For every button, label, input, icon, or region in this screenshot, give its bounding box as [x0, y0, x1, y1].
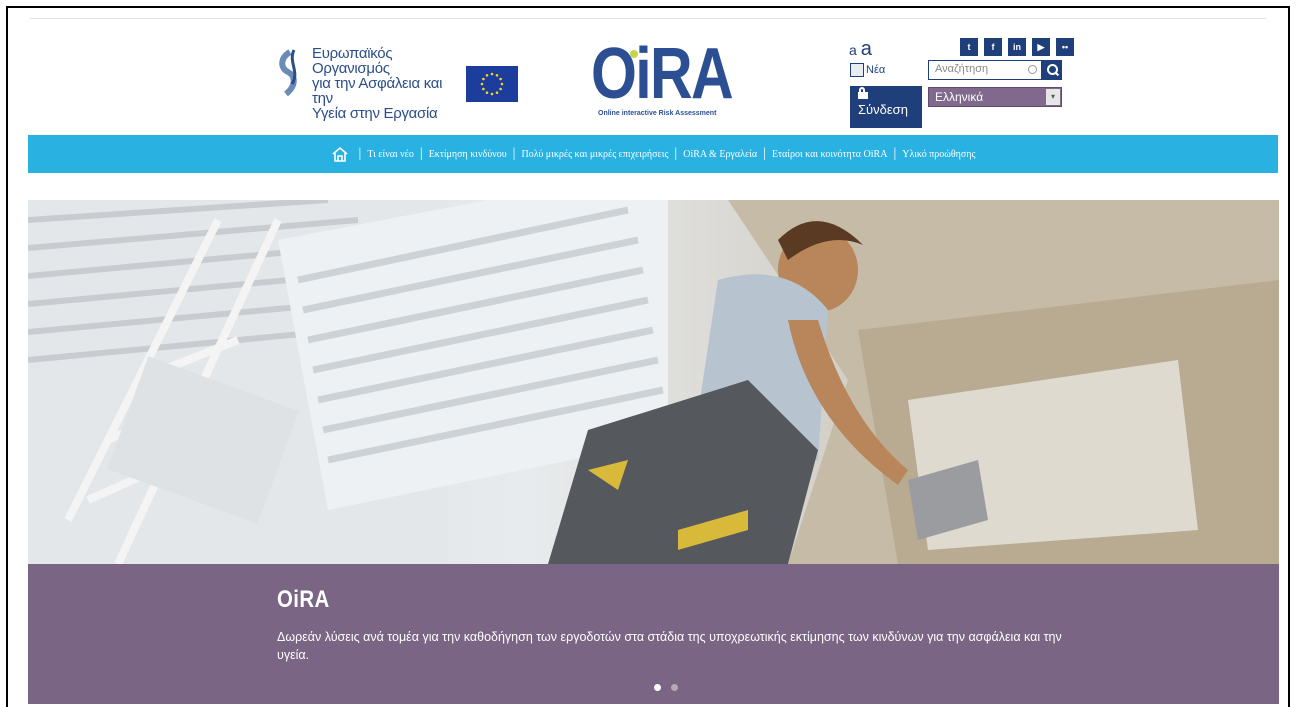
search-button[interactable]: [1042, 60, 1062, 80]
lock-icon: [858, 87, 868, 99]
nav-separator: |: [358, 146, 362, 161]
chevron-down-icon: ▾: [1046, 89, 1060, 105]
youtube-icon[interactable]: ▶: [1032, 38, 1050, 56]
search-placeholder: Αναζήτηση: [935, 63, 989, 75]
nav-item-promotion[interactable]: Υλικό προώθησης: [902, 149, 975, 160]
twitter-icon[interactable]: t: [960, 38, 978, 56]
nav-separator: |: [419, 146, 423, 161]
agency-emblem-icon: [279, 49, 297, 97]
nav-item-small-businesses[interactable]: Πολύ μικρές και μικρές επιχειρήσεις: [521, 149, 668, 160]
hero-caption: OiRA Δωρεάν λύσεις ανά τομέα για την καθ…: [28, 564, 1279, 704]
nav-item-risk-assessment[interactable]: Εκτίμηση κινδύνου: [429, 149, 507, 160]
nav-item-oira-tools[interactable]: OiRA & Εργαλεία: [683, 149, 757, 160]
agency-name-line-1: Ευρωπαϊκός Οργανισμός: [312, 45, 393, 77]
main-nav: | Τι είναι νέο | Εκτίμηση κινδύνου | Πολ…: [28, 135, 1278, 173]
language-selected: Ελληνικά: [935, 90, 984, 104]
linkedin-icon[interactable]: in: [1008, 38, 1026, 56]
news-link[interactable]: Νέα: [850, 63, 885, 77]
language-select[interactable]: Ελληνικά ▾: [928, 87, 1062, 107]
top-divider: [30, 18, 1266, 19]
home-icon[interactable]: [331, 146, 349, 162]
hero-slider: OiRA Δωρεάν λύσεις ανά τομέα για την καθ…: [28, 200, 1279, 704]
font-size-control[interactable]: a a: [849, 38, 872, 61]
eu-flag-icon: [466, 66, 518, 102]
nav-item-whats-new[interactable]: Τι είναι νέο: [367, 149, 414, 160]
browser-frame: Ευρωπαϊκός Οργανισμός για την Ασφάλεια κ…: [6, 6, 1290, 707]
hero-image: [28, 200, 1279, 564]
hero-title: OiRA: [277, 586, 330, 613]
search-input[interactable]: Αναζήτηση: [928, 60, 1042, 80]
slider-dot-2[interactable]: [671, 684, 678, 691]
news-label: Νέα: [866, 64, 886, 76]
nav-separator: |: [674, 146, 678, 161]
login-label: Σύνδεση: [858, 102, 908, 117]
flickr-icon[interactable]: ••: [1056, 38, 1074, 56]
nav-separator: |: [893, 146, 897, 161]
facebook-icon[interactable]: f: [984, 38, 1002, 56]
newspaper-icon: [850, 63, 864, 77]
nav-separator: |: [763, 146, 766, 161]
hero-photo-illustration: [28, 200, 1279, 564]
agency-name: Ευρωπαϊκός Οργανισμός για την Ασφάλεια κ…: [312, 46, 451, 121]
nav-separator: |: [512, 146, 516, 161]
login-button[interactable]: Σύνδεση: [850, 86, 922, 128]
social-links: t f in ▶ ••: [960, 38, 1074, 56]
agency-name-line-3: Υγεία στην Εργασία: [312, 105, 438, 122]
oira-tagline: Online interactive Risk Assessment: [598, 110, 717, 117]
font-size-small-button[interactable]: a: [849, 42, 857, 58]
oira-logo-text: OiRA: [591, 34, 734, 114]
agency-logo[interactable]: Ευρωπαϊκός Οργανισμός για την Ασφάλεια κ…: [276, 46, 451, 121]
oira-logo-dot: [630, 50, 638, 58]
nav-item-partners[interactable]: Εταίροι και κοινότητα OiRA: [772, 149, 888, 160]
slider-dot-1[interactable]: [654, 684, 661, 691]
font-size-large-button[interactable]: a: [861, 38, 872, 60]
search-clear-icon: [1028, 65, 1037, 74]
hero-text: Δωρεάν λύσεις ανά τομέα για την καθοδήγη…: [277, 630, 1062, 662]
oira-logo[interactable]: OiRA Online interactive Risk Assessment: [591, 38, 741, 124]
slider-dots: [654, 684, 678, 691]
agency-name-line-2: για την Ασφάλεια και την: [312, 75, 443, 107]
